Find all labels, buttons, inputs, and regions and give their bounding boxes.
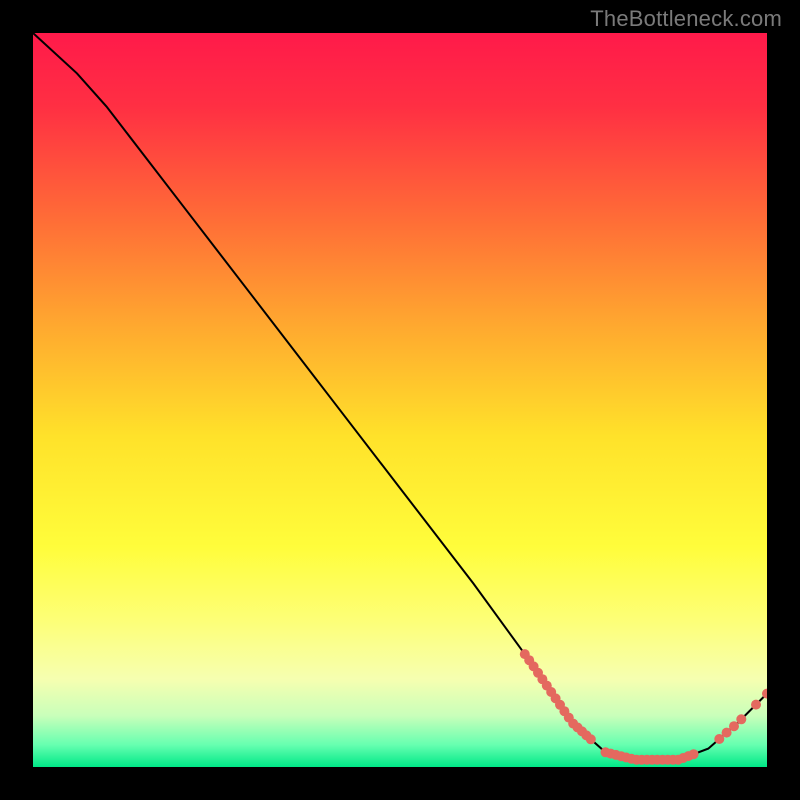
data-marker bbox=[736, 714, 746, 724]
data-marker bbox=[751, 700, 761, 710]
data-marker bbox=[729, 721, 739, 731]
gradient-background bbox=[33, 33, 767, 767]
data-marker bbox=[586, 734, 596, 744]
data-marker bbox=[762, 689, 772, 699]
chart-frame: { "watermark": "TheBottleneck.com", "cha… bbox=[0, 0, 800, 800]
bottleneck-curve-chart bbox=[0, 0, 800, 800]
data-marker bbox=[689, 749, 699, 759]
